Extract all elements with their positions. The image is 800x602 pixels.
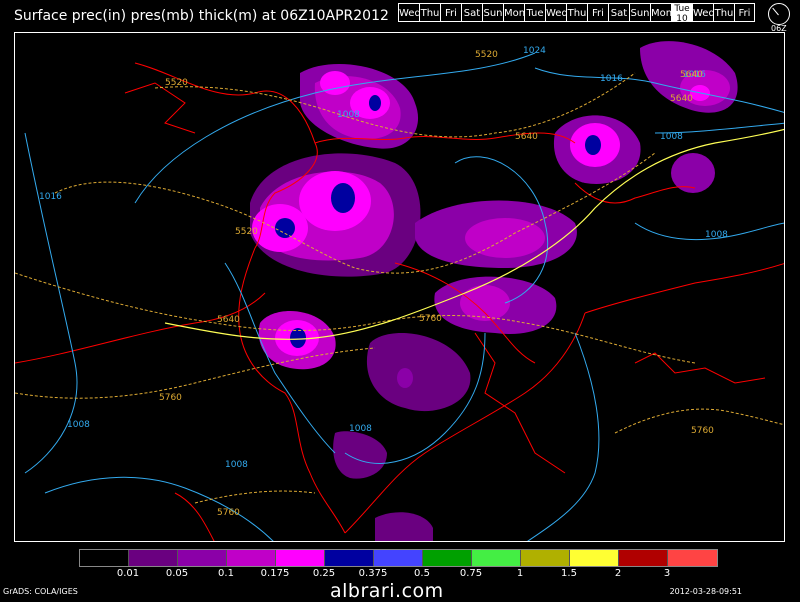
thickness-label: 5520 [475, 50, 498, 60]
day-cell[interactable]: Wed [545, 3, 568, 22]
map-title: Surface prec(in) pres(mb) thick(m) at 06… [14, 8, 389, 24]
legend-swatch [619, 550, 668, 566]
legend-label: 0.05 [165, 568, 189, 579]
thickness-label: 5760 [691, 426, 714, 436]
day-cell[interactable]: Sun [482, 3, 503, 22]
generation-timestamp: 2012-03-28-09:51 [669, 587, 742, 596]
thickness-label-group: 5520 5520 5520 5640 5640 5640 5640 5760 … [159, 50, 714, 518]
day-label: Fri [738, 8, 751, 19]
day-number: 10 [676, 14, 688, 24]
pressure-label: 1008 [67, 420, 90, 430]
day-label: Thu [420, 8, 440, 19]
day-cell[interactable]: Sun [629, 3, 650, 22]
pressure-label: 1008 [225, 460, 248, 470]
day-cell[interactable]: Mon [650, 3, 673, 22]
legend-swatch [570, 550, 619, 566]
day-cell[interactable]: Tue [524, 3, 545, 22]
day-cell[interactable]: Fri [440, 3, 461, 22]
map-canvas: 1024 1016 1016 1016 1008 1008 1008 1008 … [15, 41, 784, 541]
day-cell[interactable]: Sat [461, 3, 482, 22]
clock-icon [768, 3, 790, 25]
day-cell[interactable]: Sat [608, 3, 629, 22]
pressure-label: 1008 [705, 230, 728, 240]
legend-label: 1.5 [561, 568, 577, 579]
precipitation-areas [250, 41, 738, 541]
thickness-label: 5640 [217, 315, 240, 325]
day-label: Sat [610, 8, 628, 19]
legend-swatch [521, 550, 570, 566]
pressure-label: 1016 [600, 74, 623, 84]
thickness-label: 5520 [165, 78, 188, 88]
pressure-label: 1008 [349, 424, 372, 434]
day-label: Wed [546, 8, 568, 19]
weather-map: 1024 1016 1016 1016 1008 1008 1008 1008 … [14, 32, 785, 542]
day-cell[interactable]: Fri [734, 3, 755, 22]
legend-swatch [668, 550, 717, 566]
thickness-label: 5760 [419, 314, 442, 324]
software-credit: GrADS: COLA/IGES [3, 587, 78, 596]
legend-label: 1 [516, 568, 524, 579]
day-cell[interactable]: Thu [713, 3, 734, 22]
day-cell[interactable]: Fri [587, 3, 608, 22]
day-label: Tue [674, 4, 690, 14]
day-cell[interactable]: Tue 10 [671, 3, 692, 24]
legend-swatch [276, 550, 325, 566]
day-label: Wed [399, 8, 421, 19]
day-cell[interactable]: Thu [419, 3, 440, 22]
legend-swatch [325, 550, 374, 566]
day-label: Thu [714, 8, 734, 19]
legend-label: 0.75 [459, 568, 483, 579]
thickness-label: 5640 [515, 132, 538, 142]
day-label: Wed [693, 8, 715, 19]
legend-swatch [227, 550, 276, 566]
day-cell[interactable]: Wed [692, 3, 715, 22]
day-label: Sun [630, 8, 650, 19]
day-cell[interactable]: Thu [566, 3, 587, 22]
thickness-label: 5640 [670, 94, 693, 104]
legend-label: 0.25 [312, 568, 336, 579]
day-label: Mon [651, 8, 673, 19]
day-cell[interactable]: Mon [503, 3, 526, 22]
legend-label: 0.01 [116, 568, 140, 579]
legend-swatch [129, 550, 178, 566]
pressure-label: 1008 [660, 132, 683, 142]
legend-swatch [178, 550, 227, 566]
pressure-label: 1008 [337, 110, 360, 120]
legend-swatch [423, 550, 472, 566]
legend-label: 0.375 [358, 568, 388, 579]
legend-swatch [374, 550, 423, 566]
day-label: Sun [483, 8, 503, 19]
legend-label: 0.175 [260, 568, 290, 579]
day-label: Thu [567, 8, 587, 19]
forecast-day-strip: Wed Thu Fri Sat Sun Mon Tue Wed Thu Fri Sat Sun Mon T… [398, 3, 755, 24]
day-label: Mon [504, 8, 526, 19]
thickness-label: 5520 [235, 227, 258, 237]
thickness-label: 5760 [217, 508, 240, 518]
legend-swatch [472, 550, 521, 566]
pressure-label: 1016 [39, 192, 62, 202]
day-label: Tue [526, 8, 544, 19]
legend-label: 2 [614, 568, 622, 579]
thickness-label: 5640 [680, 70, 703, 80]
thickness-label: 5760 [159, 393, 182, 403]
day-label: Fri [445, 8, 457, 19]
precipitation-legend [79, 549, 718, 567]
pressure-label: 1024 [523, 46, 546, 56]
legend-label: 3 [663, 568, 671, 579]
legend-label: 0.5 [414, 568, 430, 579]
brand-watermark: albrari.com [330, 580, 444, 602]
day-label: Fri [592, 8, 604, 19]
legend-swatch [80, 550, 129, 566]
legend-label: 0.1 [218, 568, 234, 579]
day-label: Sat [463, 8, 481, 19]
day-cell[interactable]: Wed [398, 3, 421, 22]
